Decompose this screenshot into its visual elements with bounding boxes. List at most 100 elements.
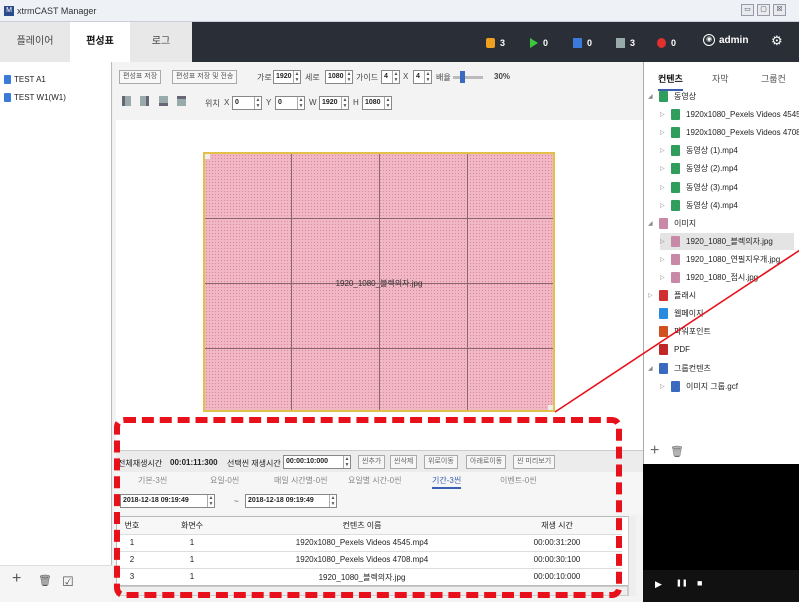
width-stepper[interactable]: 1920 ▲ ▼ (273, 70, 301, 84)
content-label: 1920x1080_Pexels Videos 4545... (686, 110, 799, 120)
spin-arrows-icon[interactable]: ▲ ▼ (384, 97, 391, 109)
content-file[interactable]: 웹페이지 (648, 305, 703, 322)
content-file[interactable]: ▷ 1920x1080_Pexels Videos 4545... (660, 106, 799, 123)
edit-icon[interactable]: ☑ (62, 574, 74, 590)
y-stepper[interactable]: 0 ▲ ▼ (275, 96, 305, 110)
content-label: 파워포인트 (674, 327, 711, 337)
content-panel: 컨텐츠 자막 그룹컨 ◢ 동영상 ▷ 1920x1080_Pexels Videos … (643, 62, 799, 440)
expander-icon[interactable]: ▷ (660, 184, 666, 191)
expander-icon[interactable]: ▷ (660, 111, 666, 118)
spin-arrows-icon[interactable]: ▲ ▼ (297, 97, 304, 109)
zoom-slider-thumb[interactable] (460, 71, 465, 83)
content-file[interactable]: 파워포인트 (648, 323, 711, 340)
height-stepper[interactable]: 1080 ▲ ▼ (325, 70, 353, 84)
expander-icon[interactable]: ◢ (648, 365, 654, 372)
content-folder[interactable]: ◢ 동영상 (648, 88, 696, 105)
tab-subtitles[interactable]: 자막 (712, 72, 729, 85)
save-send-button[interactable]: 편성표 저장 및 전송 (172, 70, 238, 84)
resize-handle[interactable] (548, 405, 553, 410)
guide-label: 가이드 (356, 73, 379, 82)
status-error[interactable]: 0 (657, 36, 676, 49)
spin-arrows-icon[interactable]: ▲ ▼ (254, 97, 261, 109)
spin-arrows-icon[interactable]: ▲ ▼ (424, 71, 431, 83)
content-file[interactable]: ▷ 동영상 (4).mp4 (660, 197, 738, 214)
expander-icon[interactable]: ◢ (648, 93, 654, 100)
expander-icon[interactable]: ▷ (660, 147, 666, 154)
expander-icon[interactable]: ▷ (648, 292, 654, 299)
status-gray[interactable]: 3 (616, 36, 635, 49)
content-file[interactable]: ▷ 동영상 (2).mp4 (660, 160, 738, 177)
content-file[interactable]: PDF (648, 341, 690, 358)
gear-icon[interactable]: ⚙ (771, 33, 783, 49)
tab-player[interactable]: 플레이어 (0, 22, 70, 62)
vertical-scrollbar[interactable] (628, 516, 636, 596)
expander-icon[interactable]: ▷ (660, 202, 666, 209)
h-stepper[interactable]: 1080 ▲ ▼ (362, 96, 392, 110)
file-icon (671, 199, 680, 211)
expander-icon[interactable]: ▷ (660, 129, 666, 136)
spin-arrows-icon[interactable]: ▲ ▼ (293, 71, 300, 83)
expander-icon[interactable]: ▷ (660, 256, 666, 263)
schedule-item[interactable]: TEST A1 (4, 72, 46, 86)
w-stepper[interactable]: 1920 ▲ ▼ (319, 96, 349, 110)
folder-icon (659, 217, 668, 229)
play-icon[interactable]: ▶ (655, 579, 662, 590)
file-icon (659, 344, 668, 356)
schedule-item[interactable]: TEST W1(W1) (4, 90, 66, 104)
content-folder[interactable]: ◢ 그룹컨텐츠 (648, 360, 711, 377)
guide-x-stepper[interactable]: 4 ▲ ▼ (381, 70, 400, 84)
close-button[interactable]: ☒ (773, 4, 786, 16)
content-label: 1920x1080_Pexels Videos 4708... (686, 128, 799, 138)
expander-icon[interactable]: ▷ (660, 165, 666, 172)
expander-icon[interactable]: ▷ (660, 238, 666, 245)
save-schedule-button[interactable]: 편성표 저장 (119, 70, 162, 84)
maximize-button[interactable]: ▢ (757, 4, 770, 16)
gray-square-icon (616, 37, 625, 48)
trash-icon[interactable]: 🗑 (670, 445, 684, 458)
guide-y-stepper[interactable]: 4 ▲ ▼ (413, 70, 432, 84)
status-value: 3 (500, 37, 506, 48)
tab-group-contents[interactable]: 그룹컨 (761, 72, 786, 85)
expander-icon[interactable]: ◢ (648, 220, 654, 227)
align-left-icon[interactable] (122, 96, 131, 106)
expander-icon[interactable]: ▷ (660, 383, 666, 390)
add-icon[interactable]: + (650, 442, 659, 460)
x-label: X (224, 98, 230, 107)
content-file[interactable]: ▷ 동영상 (1).mp4 (660, 142, 738, 159)
tab-log[interactable]: 로그 (130, 22, 192, 62)
status-play[interactable]: 0 (530, 36, 548, 49)
file-icon (671, 181, 680, 193)
content-file[interactable]: ▷ 동영상 (3).mp4 (660, 179, 738, 196)
status-blue[interactable]: 0 (573, 36, 592, 49)
spin-arrows-icon[interactable]: ▲ ▼ (345, 71, 352, 83)
canvas-region[interactable]: 1920_1080_블렉의자.jpg (203, 152, 555, 412)
preview-player[interactable]: ▶ ❚❚ ■ (643, 464, 799, 602)
user-menu[interactable]: ◉ admin (703, 34, 748, 46)
content-file[interactable]: ▷ 1920x1080_Pexels Videos 4708... (660, 124, 799, 141)
content-folder[interactable]: ▷ 플래시 (648, 287, 696, 304)
content-file[interactable]: ▷ 1920_1080_블렉의자.jpg (660, 232, 794, 250)
align-bottom-icon[interactable] (159, 96, 168, 106)
spin-arrows-icon[interactable]: ▲ ▼ (341, 97, 348, 109)
stop-icon[interactable]: ■ (697, 578, 702, 588)
status-alert[interactable]: 3 (486, 36, 505, 49)
resize-handle[interactable] (205, 154, 210, 159)
spin-arrows-icon[interactable]: ▲ ▼ (392, 71, 399, 83)
align-right-icon[interactable] (140, 96, 149, 106)
pause-icon[interactable]: ❚❚ (676, 579, 688, 587)
tab-schedule[interactable]: 편성표 (70, 22, 130, 62)
content-file[interactable]: ▷ 이미지 그룹.gcf (660, 378, 738, 395)
status-value: 3 (630, 37, 636, 48)
content-file[interactable]: ▷ 1920_1080_연필지우개.jpg (660, 251, 780, 268)
trash-icon[interactable]: 🗑 (38, 574, 52, 587)
zoom-slider[interactable] (453, 71, 483, 83)
add-icon[interactable]: + (12, 570, 21, 588)
expander-icon[interactable]: ▷ (660, 274, 666, 281)
x-stepper[interactable]: 0 ▲ ▼ (232, 96, 262, 110)
height-label: 세로 (305, 73, 320, 82)
minimize-button[interactable]: ▭ (741, 4, 754, 16)
content-folder[interactable]: ◢ 이미지 (648, 215, 696, 232)
guide-x-value: 4 (384, 73, 388, 80)
align-top-icon[interactable] (177, 96, 186, 106)
content-file[interactable]: ▷ 1920_1080_접시.jpg (660, 269, 758, 286)
